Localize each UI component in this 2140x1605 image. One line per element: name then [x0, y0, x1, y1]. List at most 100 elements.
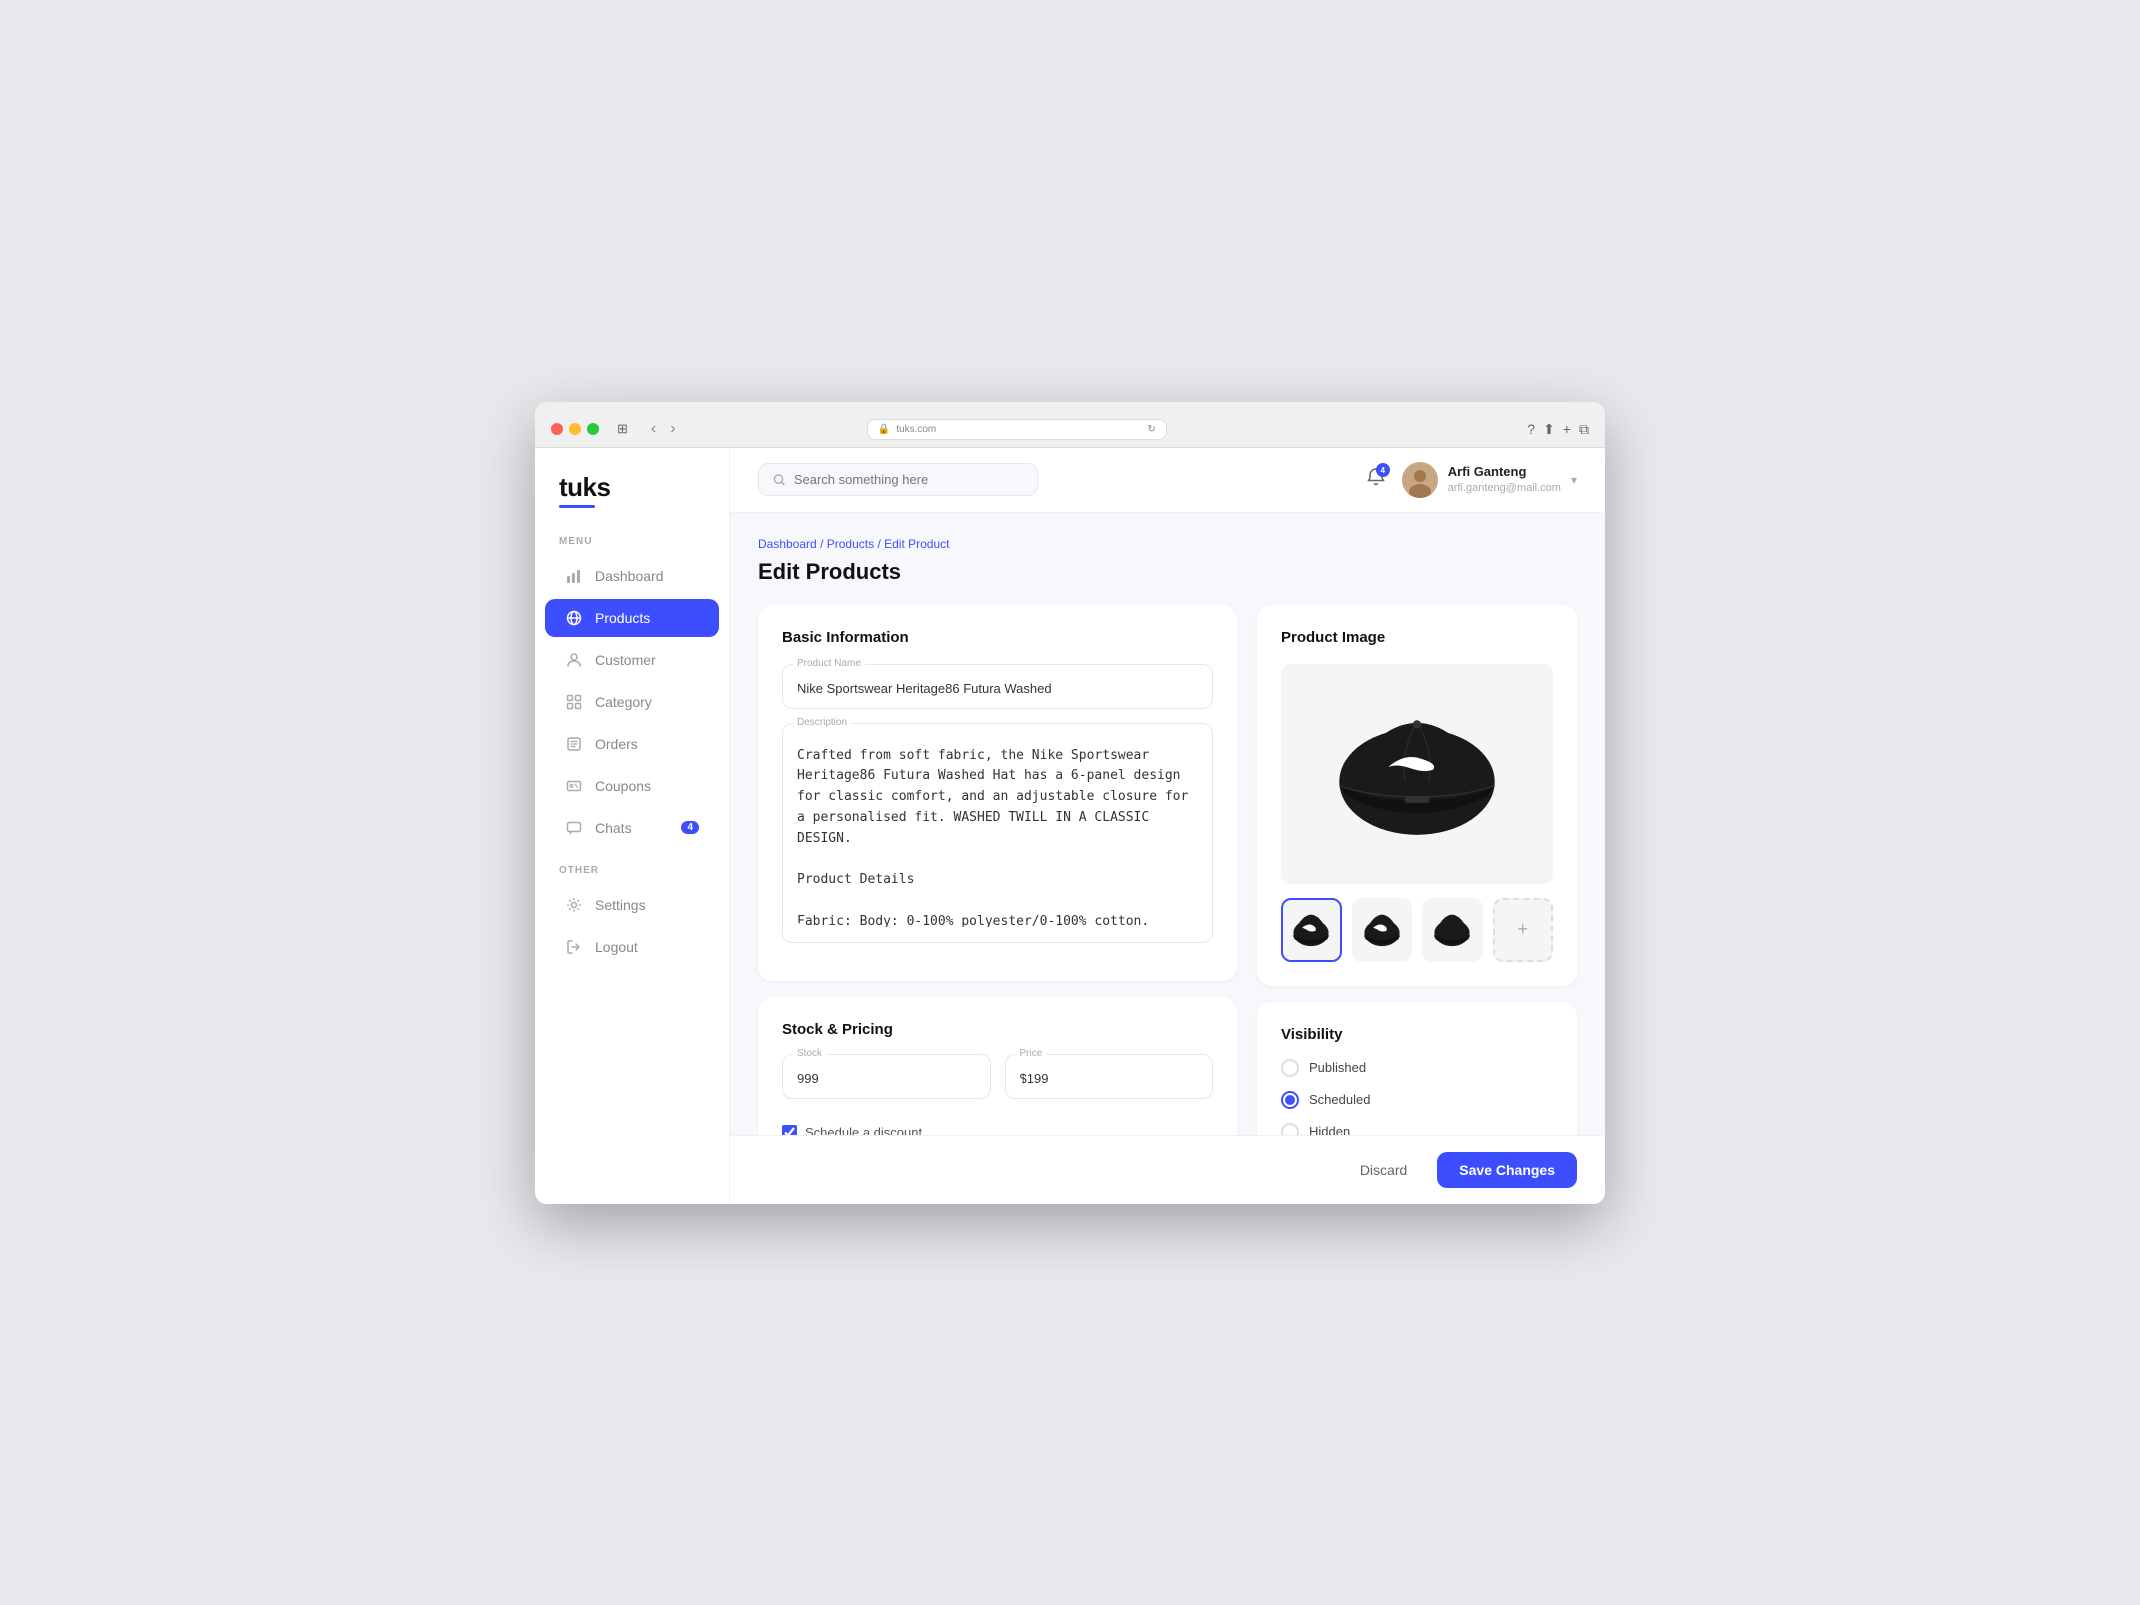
- scheduled-radio[interactable]: [1281, 1091, 1299, 1109]
- schedule-discount-checkbox[interactable]: [782, 1125, 797, 1135]
- back-btn[interactable]: ‹: [646, 418, 661, 440]
- question-icon[interactable]: ?: [1527, 421, 1535, 438]
- product-name-input[interactable]: [797, 675, 1198, 696]
- new-tab-icon[interactable]: +: [1563, 421, 1571, 438]
- content-area: Dashboard / Products / Edit Product Edit…: [730, 513, 1605, 1135]
- thumbnail-2[interactable]: [1352, 898, 1413, 962]
- thumbnail-3[interactable]: [1422, 898, 1483, 962]
- discard-button[interactable]: Discard: [1342, 1152, 1425, 1188]
- product-name-wrapper: Product Name: [782, 664, 1213, 709]
- refresh-icon[interactable]: ↻: [1147, 424, 1155, 435]
- stock-input[interactable]: [797, 1065, 976, 1086]
- description-wrapper: Description Crafted from soft fabric, th…: [782, 723, 1213, 943]
- description-label: Description: [793, 717, 851, 728]
- image-thumbnails: +: [1281, 898, 1553, 962]
- coupons-label: Coupons: [595, 778, 651, 794]
- search-input[interactable]: [794, 472, 1023, 487]
- person-icon: [565, 651, 583, 669]
- header-right: 4 Arfi Ganteng arfi.ganteng@ma: [1366, 462, 1577, 498]
- sidebar-item-dashboard[interactable]: Dashboard: [545, 557, 719, 595]
- traffic-light-green[interactable]: [587, 423, 599, 435]
- sidebar-item-chats[interactable]: Chats 4: [545, 809, 719, 847]
- logo-area: tuks: [535, 472, 729, 536]
- product-image-title: Product Image: [1281, 629, 1553, 646]
- sidebar-toggle-btn[interactable]: ⊞: [611, 419, 634, 439]
- hidden-radio[interactable]: [1281, 1123, 1299, 1135]
- published-radio[interactable]: [1281, 1059, 1299, 1077]
- thumb-cap-2: [1360, 908, 1404, 952]
- logout-label: Logout: [595, 939, 638, 955]
- dashboard-label: Dashboard: [595, 568, 664, 584]
- product-image-main: [1281, 664, 1553, 884]
- description-field: Description Crafted from soft fabric, th…: [782, 723, 1213, 943]
- visibility-hidden[interactable]: Hidden: [1281, 1123, 1553, 1135]
- forward-btn[interactable]: ›: [665, 418, 680, 440]
- traffic-lights: [551, 423, 599, 435]
- notification-badge: 4: [1376, 463, 1390, 477]
- product-cap-image: [1327, 708, 1507, 839]
- logout-icon: [565, 938, 583, 956]
- stock-pricing-title: Stock & Pricing: [782, 1021, 1213, 1038]
- schedule-discount-label: Schedule a discount: [805, 1125, 922, 1135]
- basic-info-title: Basic Information: [782, 629, 1213, 646]
- products-label: Products: [595, 610, 650, 626]
- sidebar-item-logout[interactable]: Logout: [545, 928, 719, 966]
- user-name: Arfi Ganteng: [1448, 464, 1561, 481]
- sidebar-item-customer[interactable]: Customer: [545, 641, 719, 679]
- tabs-icon[interactable]: ⧉: [1579, 421, 1589, 438]
- price-field: Price: [1005, 1054, 1214, 1099]
- visibility-title: Visibility: [1281, 1026, 1553, 1043]
- globe-icon: [565, 609, 583, 627]
- traffic-light-red[interactable]: [551, 423, 563, 435]
- address-bar[interactable]: 🔒 tuks.com ↻: [867, 419, 1167, 440]
- stock-price-row: Stock Price: [782, 1054, 1213, 1113]
- scheduled-label: Scheduled: [1309, 1092, 1370, 1107]
- sidebar-item-settings[interactable]: Settings: [545, 886, 719, 924]
- category-label: Category: [595, 694, 652, 710]
- main-area: 4 Arfi Ganteng arfi.ganteng@ma: [730, 448, 1605, 1204]
- menu-section-label: MENU: [535, 536, 729, 555]
- sidebar-item-products[interactable]: Products: [545, 599, 719, 637]
- left-column: Basic Information Product Name Descripti…: [758, 605, 1237, 1135]
- avatar: [1402, 462, 1438, 498]
- visibility-published[interactable]: Published: [1281, 1059, 1553, 1077]
- sidebar-item-coupons[interactable]: Coupons: [545, 767, 719, 805]
- schedule-discount-row: Schedule a discount: [782, 1125, 1213, 1135]
- sidebar: tuks MENU Dashboard: [535, 448, 730, 1204]
- description-input[interactable]: Crafted from soft fabric, the Nike Sport…: [797, 742, 1198, 927]
- breadcrumb-products[interactable]: Products: [827, 537, 874, 551]
- search-icon: [773, 473, 786, 487]
- traffic-light-yellow[interactable]: [569, 423, 581, 435]
- save-changes-button[interactable]: Save Changes: [1437, 1152, 1577, 1188]
- chevron-down-icon: ▾: [1571, 473, 1577, 487]
- breadcrumb-dashboard[interactable]: Dashboard: [758, 537, 817, 551]
- thumb-cap-3: [1430, 908, 1474, 952]
- customer-label: Customer: [595, 652, 656, 668]
- visibility-scheduled[interactable]: Scheduled: [1281, 1091, 1553, 1109]
- settings-icon: [565, 896, 583, 914]
- scheduled-radio-fill: [1285, 1095, 1295, 1105]
- footer-actions: Discard Save Changes: [730, 1135, 1605, 1204]
- browser-nav: ‹ ›: [646, 418, 681, 440]
- share-icon[interactable]: ⬆: [1543, 421, 1555, 438]
- price-label: Price: [1016, 1048, 1047, 1059]
- price-input[interactable]: [1020, 1065, 1199, 1086]
- search-bar[interactable]: [758, 463, 1038, 496]
- chat-icon: [565, 819, 583, 837]
- chats-label: Chats: [595, 820, 632, 836]
- user-details: Arfi Ganteng arfi.ganteng@mail.com: [1448, 464, 1561, 495]
- breadcrumb-edit: Edit Product: [884, 537, 949, 551]
- settings-label: Settings: [595, 897, 646, 913]
- thumbnail-1[interactable]: [1281, 898, 1342, 962]
- sidebar-item-category[interactable]: Category: [545, 683, 719, 721]
- other-section-label: OTHER: [535, 865, 729, 884]
- product-name-field: Product Name: [782, 664, 1213, 709]
- user-info[interactable]: Arfi Ganteng arfi.ganteng@mail.com ▾: [1402, 462, 1577, 498]
- notification-button[interactable]: 4: [1366, 467, 1386, 492]
- coupon-icon: [565, 777, 583, 795]
- chart-icon: [565, 567, 583, 585]
- add-image-button[interactable]: +: [1493, 898, 1554, 962]
- stock-label: Stock: [793, 1048, 826, 1059]
- breadcrumb: Dashboard / Products / Edit Product: [758, 537, 1577, 551]
- sidebar-item-orders[interactable]: Orders: [545, 725, 719, 763]
